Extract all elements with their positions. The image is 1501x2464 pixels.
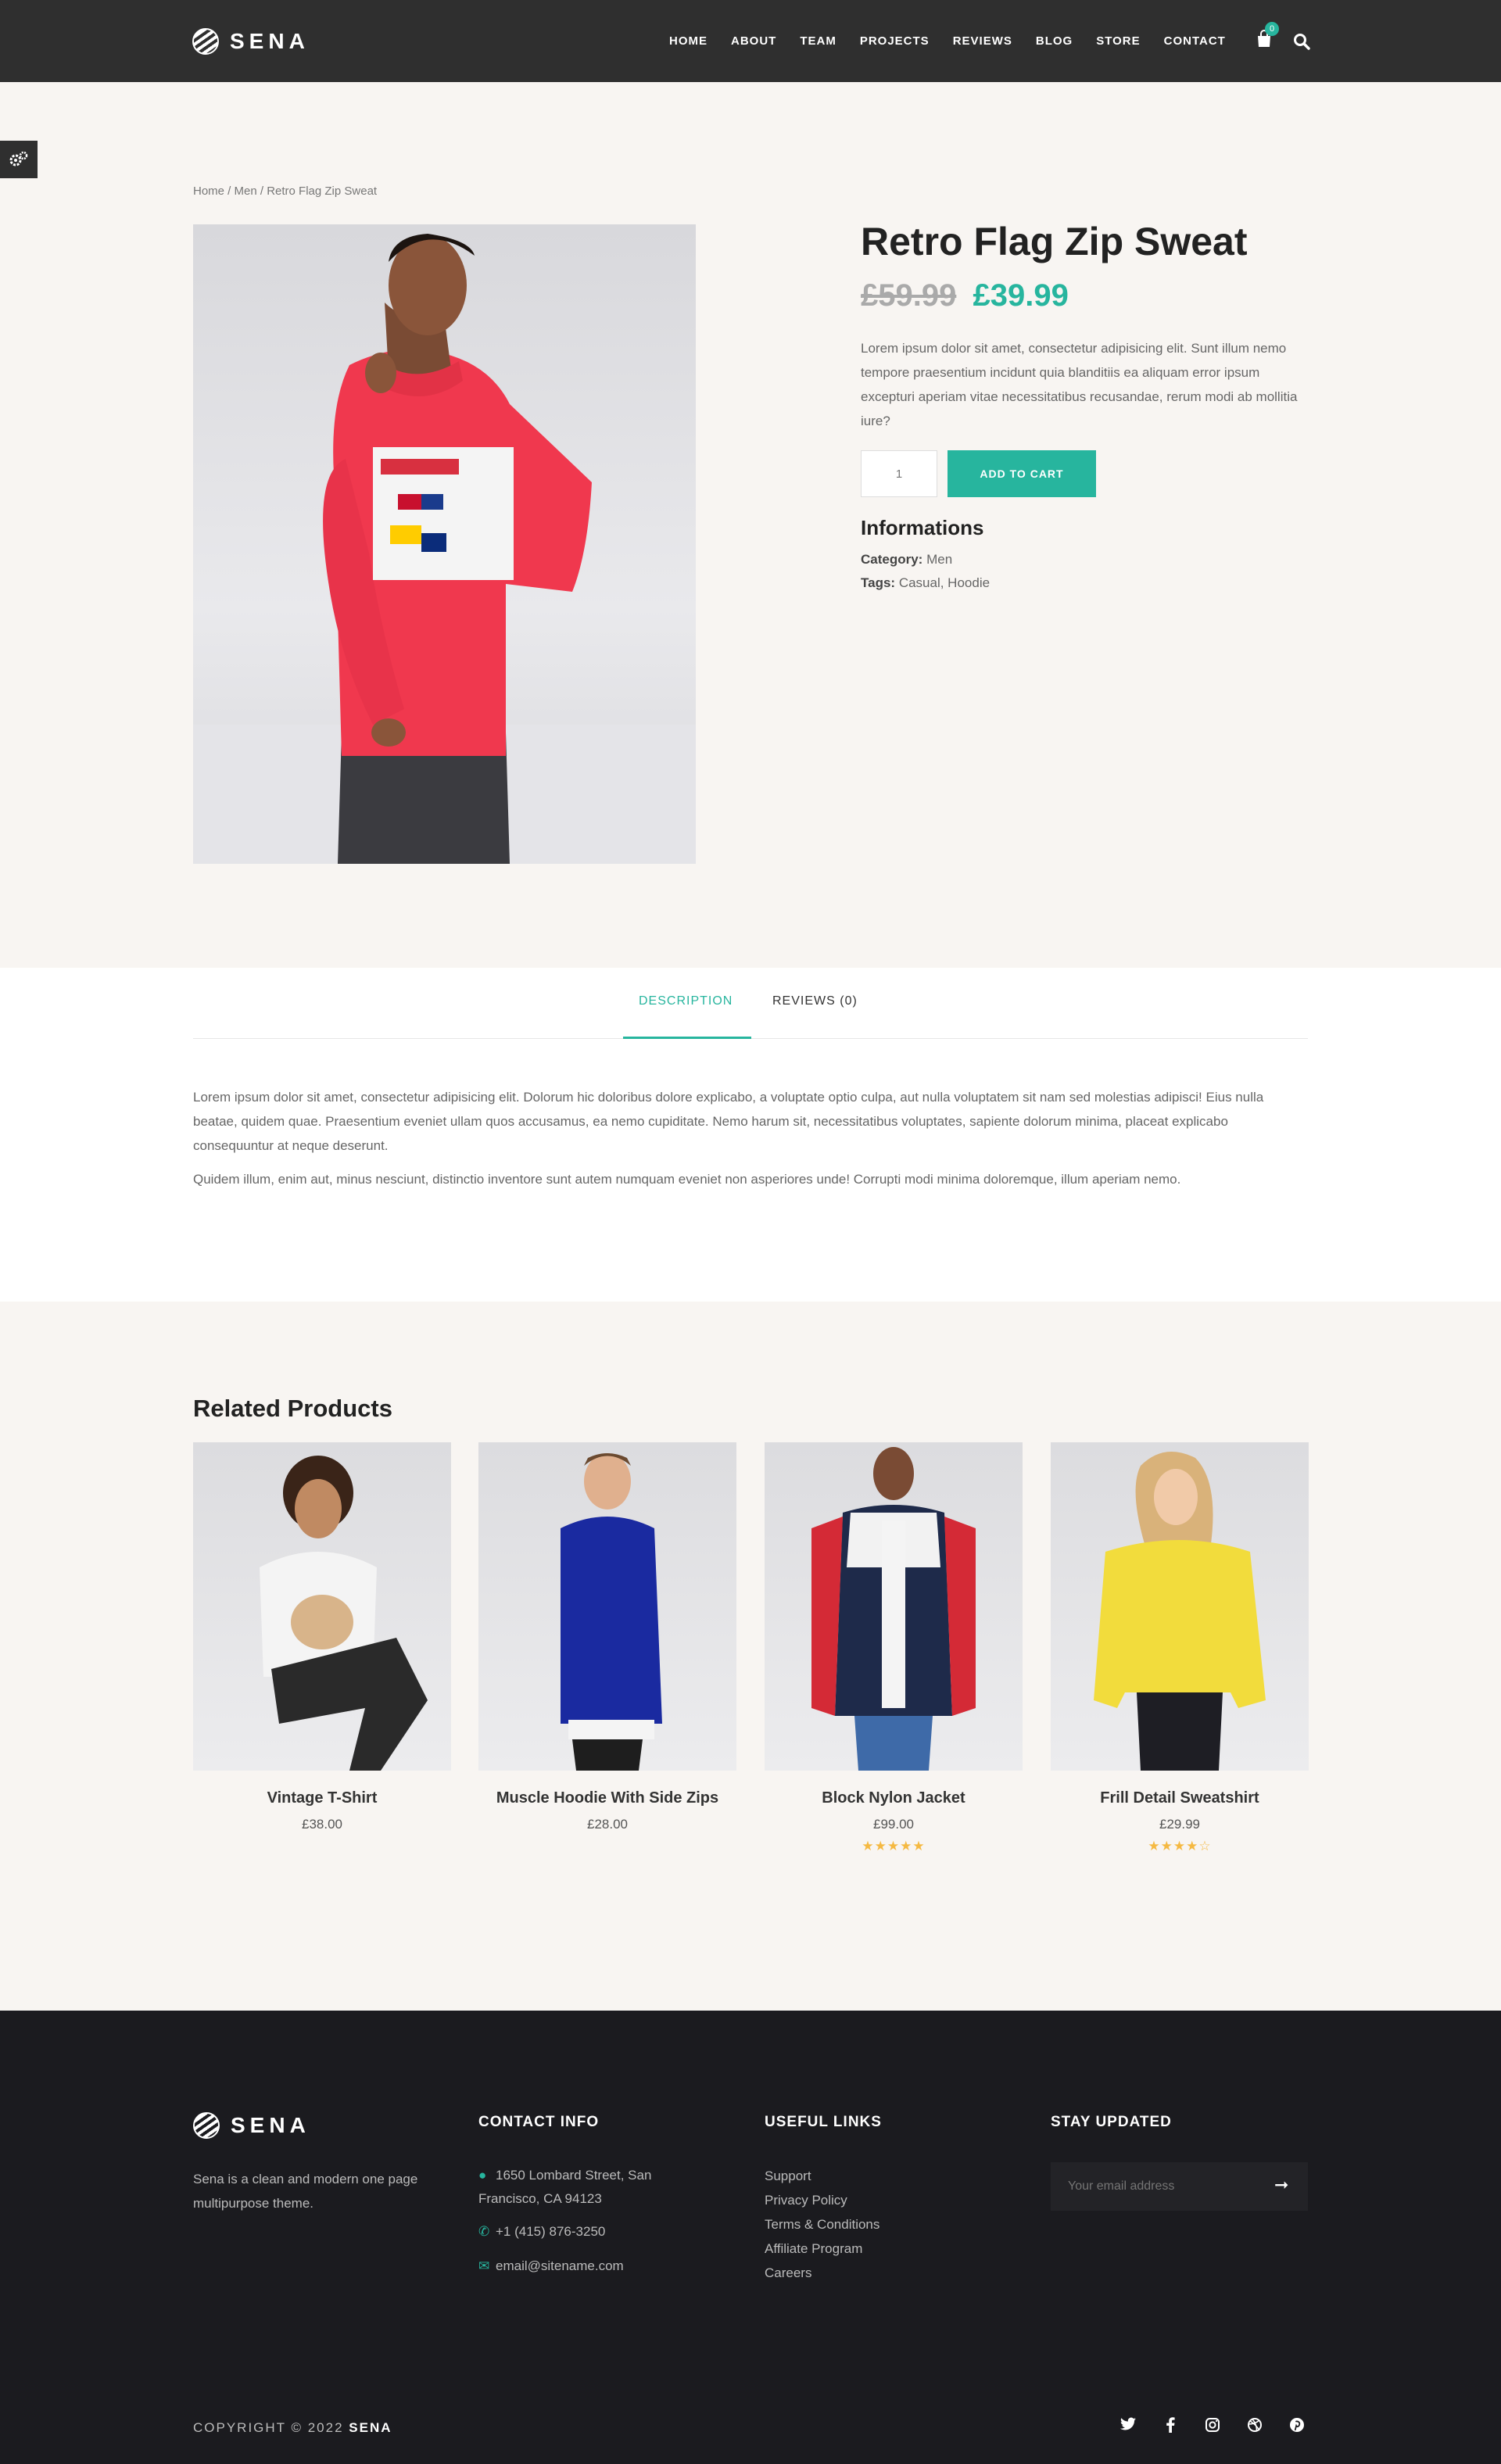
related-product-image[interactable] [765,1442,1023,1771]
footer-logo-text: SENA [231,2113,310,2137]
dribbble-icon[interactable] [1246,2417,1263,2437]
tags-label: Tags: [861,575,896,590]
tab-description[interactable]: DESCRIPTION [639,994,733,1008]
price-old: £59.99 [861,278,957,313]
useful-links-heading: USEFUL LINKS [765,2114,882,2130]
product-description: Lorem ipsum dolor sit amet, consectetur … [861,341,1298,428]
tags-value[interactable]: Casual, Hoodie [899,575,990,590]
contact-info-heading: CONTACT INFO [478,2114,600,2130]
useful-links-list: Support Privacy Policy Terms & Condition… [765,2164,879,2285]
footer-link-support[interactable]: Support [765,2164,879,2188]
category-line: Category: Men [861,552,952,568]
footer-link-terms[interactable]: Terms & Conditions [765,2212,879,2237]
nav-team[interactable]: TEAM [800,34,836,48]
copyright-text: COPYRIGHT © 2022 [193,2420,344,2435]
contact-phone[interactable]: ✆ +1 (415) 876-3250 [478,2220,605,2244]
related-product-card[interactable]: Frill Detail Sweatshirt £29.99 ★★★★☆ [1051,1442,1309,1854]
description-paragraph-1: Lorem ipsum dolor sit amet, consectetur … [193,1090,1264,1153]
footer-about: Sena is a clean and modern one page mult… [193,2172,418,2211]
site-header: SENA HOME ABOUT TEAM PROJECTS REVIEWS BL… [0,0,1501,82]
related-product-image[interactable] [193,1442,451,1771]
gears-icon [9,151,28,167]
nav-about[interactable]: ABOUT [731,34,776,48]
related-product-price: £29.99 [1159,1817,1200,1832]
phone-text[interactable]: +1 (415) 876-3250 [496,2224,605,2239]
cart-count-badge: 0 [1265,22,1279,36]
nav-contact[interactable]: CONTACT [1164,34,1226,48]
category-label: Category: [861,552,923,567]
price-new: £39.99 [973,278,1069,313]
search-icon[interactable] [1293,33,1310,50]
footer-link-careers[interactable]: Careers [765,2261,879,2285]
tab-reviews[interactable]: REVIEWS (0) [772,994,858,1008]
footer-link-affiliate[interactable]: Affiliate Program [765,2237,879,2261]
related-product-price: £38.00 [302,1817,342,1832]
tags-line: Tags: Casual, Hoodie [861,575,990,591]
tab-active-indicator [623,1037,751,1039]
product-photo [811,1447,976,1771]
add-to-cart-button[interactable]: ADD TO CART [948,450,1096,497]
copyright-brand: SENA [349,2420,392,2435]
map-pin-icon: ● [478,2168,487,2183]
product-image[interactable] [193,224,696,864]
logo-text: SENA [230,29,310,53]
footer-link-privacy[interactable]: Privacy Policy [765,2188,879,2212]
instagram-icon[interactable] [1204,2417,1221,2437]
quantity-input[interactable] [861,450,937,497]
logo[interactable]: SENA [192,28,310,55]
related-product-image[interactable] [1051,1442,1309,1771]
logo-mark-icon [193,2112,220,2139]
nav-reviews[interactable]: REVIEWS [953,34,1012,48]
nav-projects[interactable]: PROJECTS [860,34,930,48]
settings-toggle[interactable] [0,141,38,178]
description-paragraph-2: Quidem illum, enim aut, minus nesciunt, … [193,1172,1181,1187]
phone-icon: ✆ [478,2224,490,2239]
related-product-price: £99.00 [873,1817,914,1832]
product-photo [260,1456,428,1771]
address-text: 1650 Lombard Street, San Francisco, CA 9… [478,2168,652,2206]
site-footer: SENA Sena is a clean and modern one page… [0,2011,1501,2464]
copyright: COPYRIGHT © 2022 SENA [193,2420,392,2436]
product-title: Retro Flag Zip Sweat [861,220,1248,263]
related-product-name[interactable]: Muscle Hoodie With Side Zips [478,1789,736,1807]
facebook-icon[interactable] [1162,2417,1179,2437]
related-product-name[interactable]: Frill Detail Sweatshirt [1051,1789,1309,1807]
pinterest-icon[interactable] [1288,2417,1306,2437]
related-product-price: £28.00 [587,1817,628,1832]
product-photo [1094,1452,1266,1771]
stay-updated-heading: STAY UPDATED [1051,2114,1172,2130]
envelope-icon: ✉ [478,2258,490,2273]
footer-logo[interactable]: SENA [193,2112,310,2139]
related-product-card[interactable]: Vintage T-Shirt £38.00 [193,1442,451,1832]
related-product-name[interactable]: Vintage T-Shirt [193,1789,451,1807]
related-product-card[interactable]: Muscle Hoodie With Side Zips £28.00 [478,1442,736,1832]
breadcrumb[interactable]: Home / Men / Retro Flag Zip Sweat [193,184,377,198]
product-photo [193,234,696,864]
twitter-icon[interactable] [1119,2417,1137,2437]
related-products-heading: Related Products [193,1395,392,1422]
rating-stars: ★★★★☆ [1148,1839,1212,1853]
social-links [1119,2417,1306,2437]
email-text[interactable]: email@sitename.com [496,2258,624,2273]
nav-store[interactable]: STORE [1096,34,1140,48]
contact-address: ● 1650 Lombard Street, San Francisco, CA … [478,2164,682,2211]
main-nav: HOME ABOUT TEAM PROJECTS REVIEWS BLOG ST… [669,34,1226,48]
informations-heading: Informations [861,516,984,539]
price-row: £59.99 £39.99 [861,278,1069,313]
related-product-card[interactable]: Block Nylon Jacket £99.00 ★★★★★ [765,1442,1023,1854]
nav-home[interactable]: HOME [669,34,708,48]
category-value[interactable]: Men [926,552,952,567]
product-photo [561,1453,662,1771]
nav-blog[interactable]: BLOG [1036,34,1073,48]
logo-mark-icon [192,28,219,55]
newsletter-email-input[interactable] [1051,2162,1308,2211]
product-tabs-section: DESCRIPTION REVIEWS (0) Lorem ipsum dolo… [0,968,1501,1302]
arrow-right-icon[interactable]: ➞ [1274,2175,1288,2195]
contact-email[interactable]: ✉ email@sitename.com [478,2254,624,2278]
rating-stars: ★★★★★ [862,1839,926,1853]
related-product-name[interactable]: Block Nylon Jacket [765,1789,1023,1807]
related-product-image[interactable] [478,1442,736,1771]
